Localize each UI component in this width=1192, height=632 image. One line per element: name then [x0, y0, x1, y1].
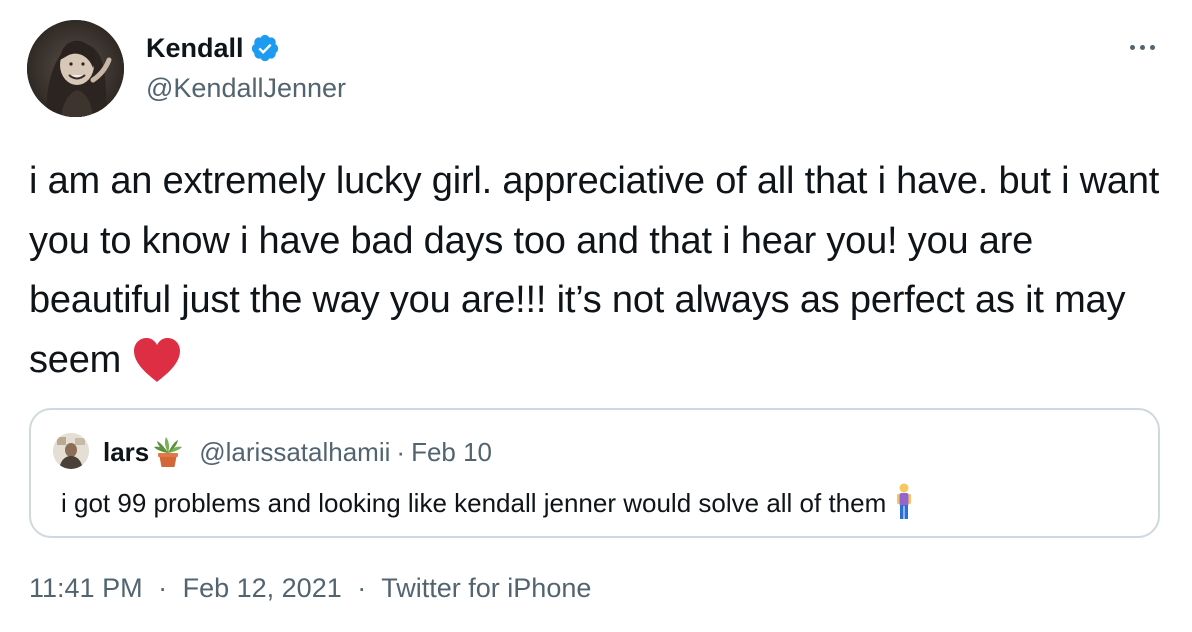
tweet-date[interactable]: Feb 12, 2021: [183, 573, 342, 603]
author-name-row[interactable]: Kendall: [146, 30, 280, 66]
meta-separator: ·: [357, 573, 367, 603]
quoted-tweet[interactable]: lars @larissatalhamii · Feb 10 i got 99 …: [29, 408, 1160, 538]
author-avatar[interactable]: [27, 20, 124, 117]
verified-badge-icon: [250, 33, 280, 63]
quoted-author-name[interactable]: lars: [103, 437, 149, 468]
more-dot: [1149, 44, 1155, 50]
more-options-icon[interactable]: [1120, 35, 1164, 59]
quoted-tweet-header: lars @larissatalhamii · Feb 10: [103, 432, 492, 472]
tweet-time[interactable]: 11:41 PM: [29, 573, 143, 603]
red-heart-icon: [131, 336, 183, 384]
quoted-author-avatar[interactable]: [53, 433, 89, 469]
tweet-source[interactable]: Twitter for iPhone: [381, 573, 591, 603]
quoted-tweet-text: i got 99 problems and looking like kenda…: [61, 488, 887, 518]
meta-separator: ·: [158, 573, 168, 603]
author-handle[interactable]: @KendallJenner: [146, 70, 346, 106]
tweet-text-container: i am an extremely lucky girl. appreciati…: [29, 152, 1169, 390]
profile-photo: [27, 20, 124, 117]
more-dot: [1139, 44, 1145, 50]
author-display-name[interactable]: Kendall: [146, 30, 244, 66]
potted-plant-icon: [151, 435, 185, 469]
quoted-separator: ·: [396, 436, 406, 467]
tweet-text: i am an extremely lucky girl. appreciati…: [29, 160, 1170, 381]
quoted-author-handle[interactable]: @larissatalhamii: [199, 437, 390, 468]
more-dot: [1129, 44, 1135, 50]
tweet-card: Kendall @KendallJenner i am an extremely…: [0, 0, 1192, 632]
quoted-tweet-date[interactable]: Feb 10: [411, 437, 492, 468]
tweet-meta: 11:41 PM · Feb 12, 2021 · Twitter for iP…: [29, 570, 591, 606]
person-standing-icon: [894, 482, 914, 522]
quoted-tweet-text-container: i got 99 problems and looking like kenda…: [61, 482, 914, 523]
